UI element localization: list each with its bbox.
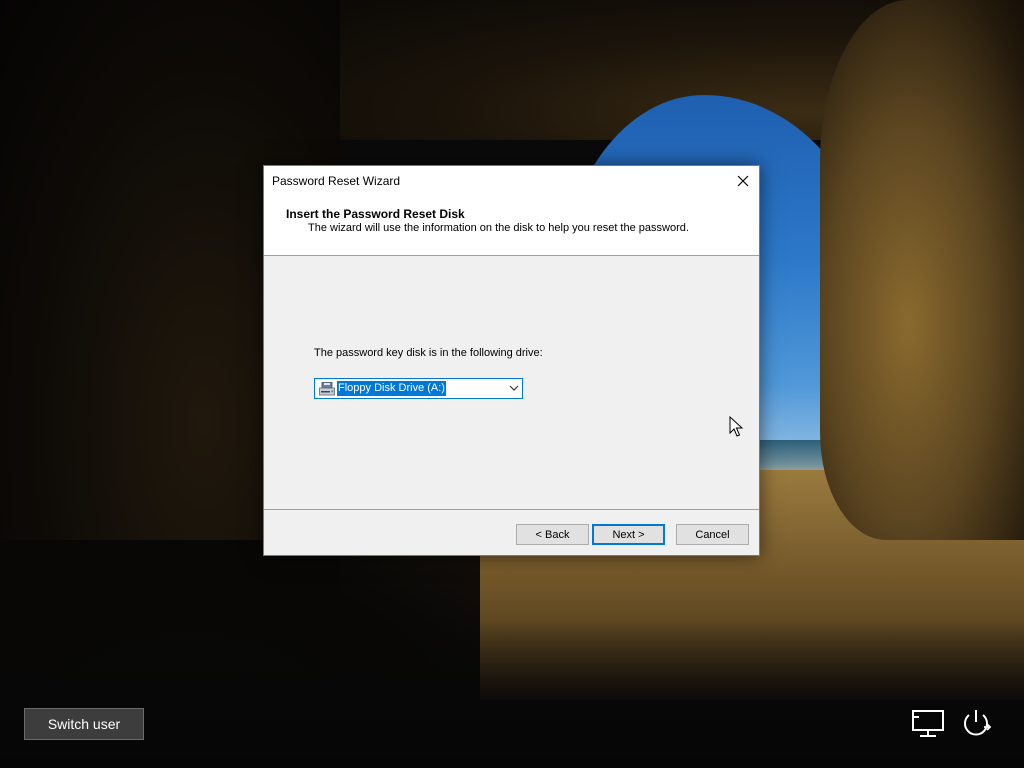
wizard-step-title: Insert the Password Reset Disk [286,207,465,221]
lock-screen: Password Reset Wizard Insert the Passwor… [0,0,1024,768]
next-button[interactable]: Next > [592,524,665,545]
switch-user-button[interactable]: Switch user [24,708,144,740]
chevron-down-icon[interactable] [509,384,519,392]
close-icon [737,175,749,186]
power-icon[interactable] [958,707,994,739]
dialog-titlebar[interactable]: Password Reset Wizard [264,166,759,195]
wizard-step-description: The wizard will use the information on t… [308,222,689,234]
floppy-drive-icon [319,382,335,396]
password-reset-wizard-dialog: Password Reset Wizard Insert the Passwor… [263,165,760,556]
background-shadow-bottom [0,620,1024,768]
cancel-button[interactable]: Cancel [676,524,749,545]
close-button[interactable] [727,166,759,195]
dialog-title: Password Reset Wizard [272,174,401,188]
mouse-cursor-icon [729,416,743,437]
back-button[interactable]: < Back [516,524,589,545]
network-icon[interactable] [911,709,945,739]
wizard-header: Insert the Password Reset Disk The wizar… [264,195,759,256]
drive-selected-value: Floppy Disk Drive (A:) [337,381,446,396]
background-rock-right [820,0,1024,540]
drive-dropdown[interactable]: Floppy Disk Drive (A:) [314,378,523,399]
footer-divider [264,509,759,510]
drive-label: The password key disk is in the followin… [314,347,543,359]
